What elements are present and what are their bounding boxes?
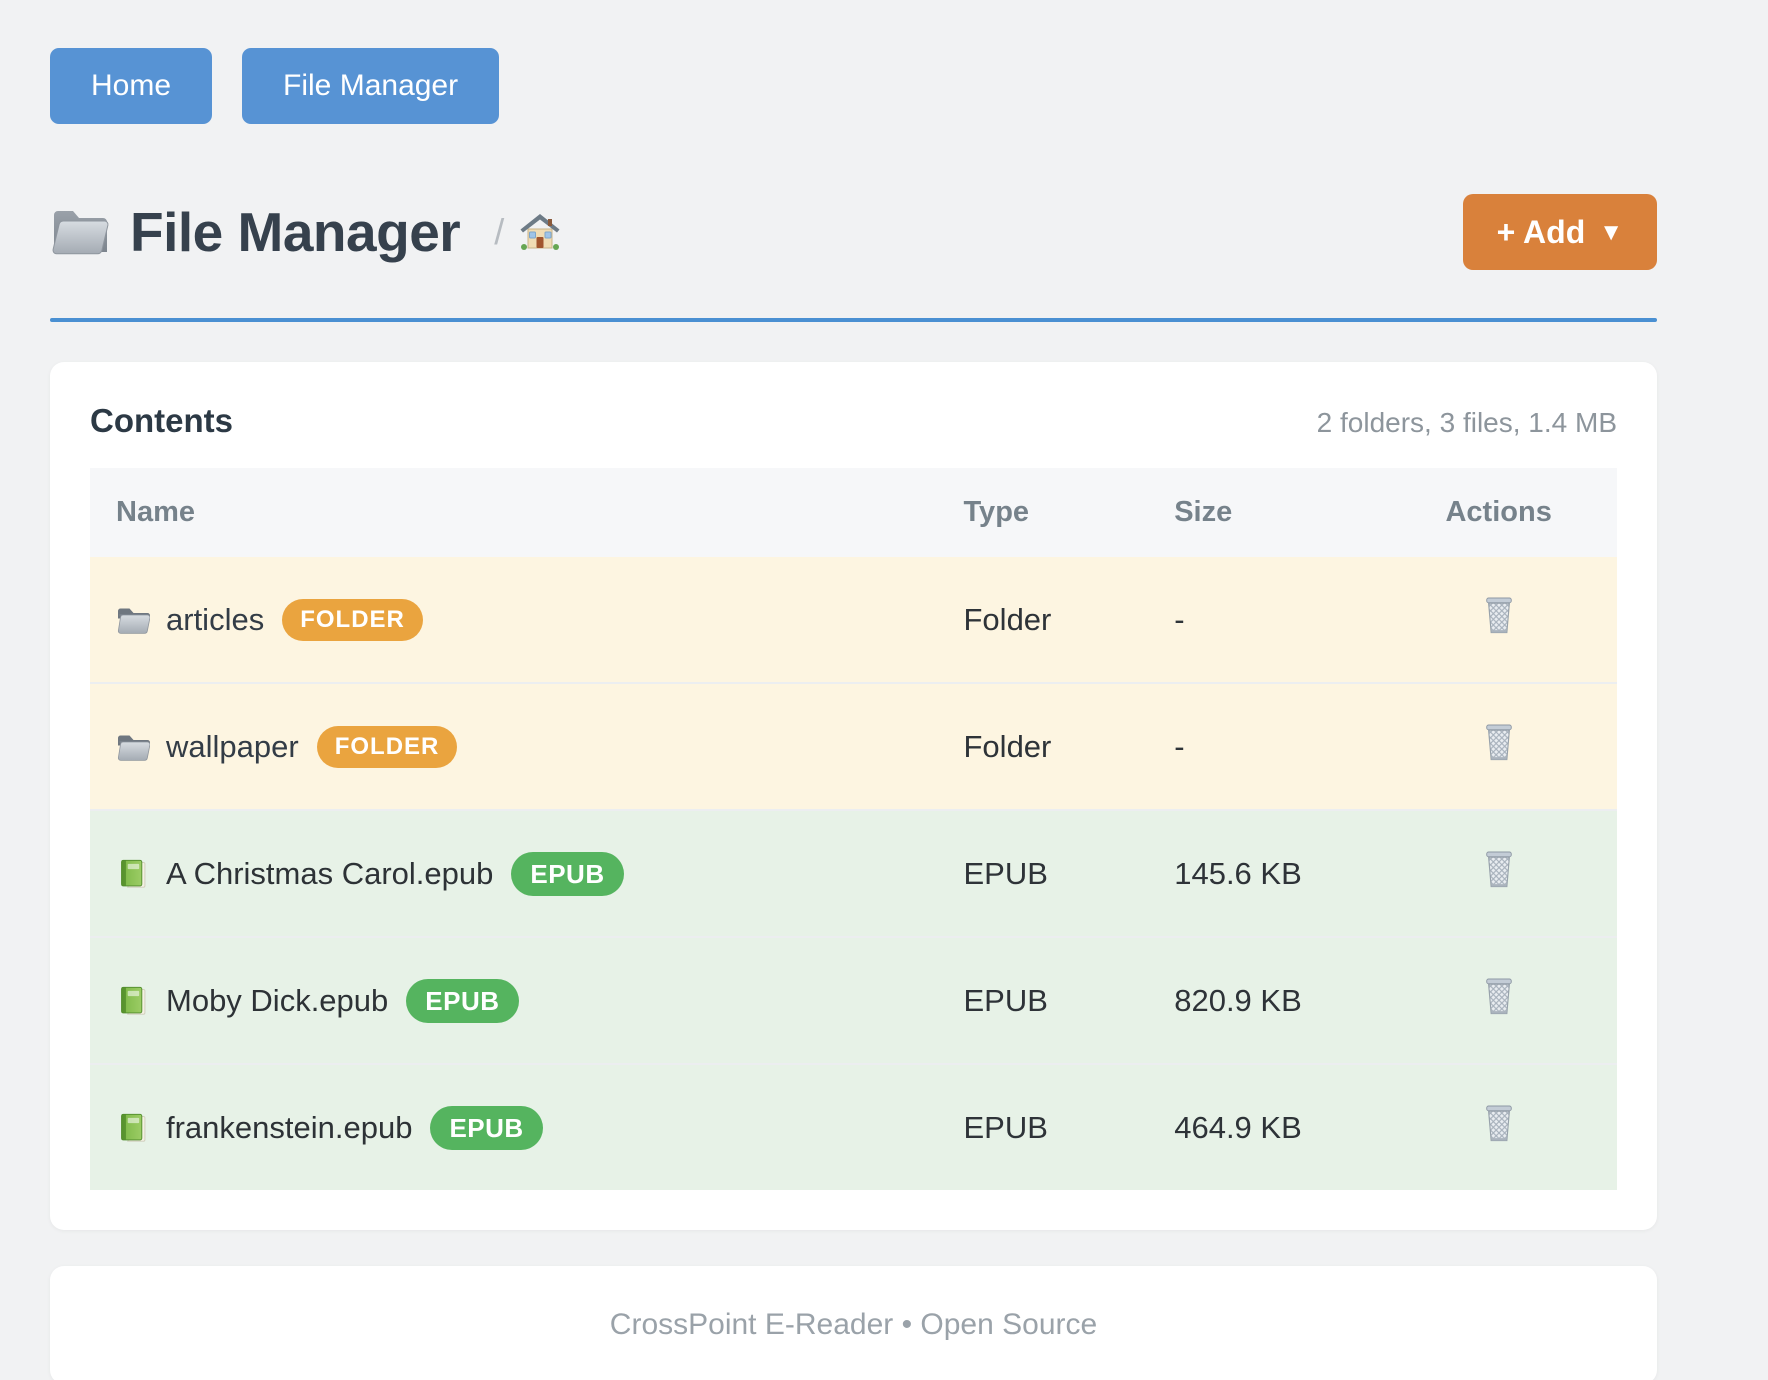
size-cell: 145.6 KB xyxy=(1148,810,1380,937)
footer: CrossPoint E-Reader • Open Source xyxy=(50,1266,1657,1380)
trash-icon xyxy=(1482,850,1516,889)
type-badge: EPUB xyxy=(511,852,623,896)
top-nav: Home File Manager xyxy=(50,48,1657,124)
delete-button[interactable] xyxy=(1482,723,1516,762)
green-book-icon xyxy=(116,859,150,889)
title-group: File Manager / xyxy=(50,200,560,264)
contents-heading: Contents xyxy=(90,402,233,440)
table-row[interactable]: wallpaper FOLDER Folder - xyxy=(90,683,1617,810)
page-title: File Manager xyxy=(130,200,460,264)
file-name[interactable]: Moby Dick.epub xyxy=(166,983,388,1019)
contents-summary: 2 folders, 3 files, 1.4 MB xyxy=(1317,407,1617,439)
file-table-body: articles FOLDER Folder - xyxy=(90,557,1617,1190)
delete-button[interactable] xyxy=(1482,1104,1516,1143)
file-name[interactable]: A Christmas Carol.epub xyxy=(166,856,493,892)
contents-card: Contents 2 folders, 3 files, 1.4 MB Name… xyxy=(50,362,1657,1230)
type-cell: Folder xyxy=(938,557,1149,683)
green-book-icon xyxy=(116,1113,150,1143)
column-header-type: Type xyxy=(938,468,1149,557)
folder-icon xyxy=(116,732,150,762)
column-header-actions: Actions xyxy=(1380,468,1617,557)
column-header-name: Name xyxy=(90,468,938,557)
type-cell: EPUB xyxy=(938,1064,1149,1190)
green-book-icon xyxy=(116,986,150,1016)
table-row[interactable]: articles FOLDER Folder - xyxy=(90,557,1617,683)
folder-open-icon xyxy=(50,206,110,258)
footer-text: CrossPoint E-Reader • Open Source xyxy=(610,1308,1097,1342)
card-header: Contents 2 folders, 3 files, 1.4 MB xyxy=(90,402,1617,440)
trash-icon xyxy=(1482,977,1516,1016)
column-header-size: Size xyxy=(1148,468,1380,557)
size-cell: - xyxy=(1148,683,1380,810)
trash-icon xyxy=(1482,1104,1516,1143)
page-header: File Manager / + Add ▼ xyxy=(50,194,1657,270)
delete-button[interactable] xyxy=(1482,850,1516,889)
home-icon[interactable] xyxy=(520,213,560,251)
add-button[interactable]: + Add ▼ xyxy=(1463,194,1657,270)
file-table: Name Type Size Actions xyxy=(90,468,1617,1190)
type-badge: EPUB xyxy=(430,1106,542,1150)
table-row[interactable]: A Christmas Carol.epub EPUB EPUB 145.6 K… xyxy=(90,810,1617,937)
type-cell: EPUB xyxy=(938,937,1149,1064)
type-cell: Folder xyxy=(938,683,1149,810)
type-badge: FOLDER xyxy=(282,599,423,641)
type-badge: EPUB xyxy=(406,979,518,1023)
file-name[interactable]: wallpaper xyxy=(166,729,299,765)
table-row[interactable]: frankenstein.epub EPUB EPUB 464.9 KB xyxy=(90,1064,1617,1190)
trash-icon xyxy=(1482,596,1516,635)
delete-button[interactable] xyxy=(1482,977,1516,1016)
title-divider xyxy=(50,318,1657,322)
type-cell: EPUB xyxy=(938,810,1149,937)
size-cell: 820.9 KB xyxy=(1148,937,1380,1064)
breadcrumb-separator: / xyxy=(494,211,504,253)
folder-icon xyxy=(116,605,150,635)
add-button-label: + Add xyxy=(1497,216,1586,248)
nav-home-button[interactable]: Home xyxy=(50,48,212,124)
table-header-row: Name Type Size Actions xyxy=(90,468,1617,557)
size-cell: 464.9 KB xyxy=(1148,1064,1380,1190)
caret-down-icon: ▼ xyxy=(1599,221,1623,245)
type-badge: FOLDER xyxy=(317,726,458,768)
file-name[interactable]: articles xyxy=(166,602,264,638)
table-row[interactable]: Moby Dick.epub EPUB EPUB 820.9 KB xyxy=(90,937,1617,1064)
delete-button[interactable] xyxy=(1482,596,1516,635)
trash-icon xyxy=(1482,723,1516,762)
nav-file-manager-button[interactable]: File Manager xyxy=(242,48,499,124)
page: Home File Manager File Manager / xyxy=(0,0,1768,1380)
file-name[interactable]: frankenstein.epub xyxy=(166,1110,412,1146)
size-cell: - xyxy=(1148,557,1380,683)
